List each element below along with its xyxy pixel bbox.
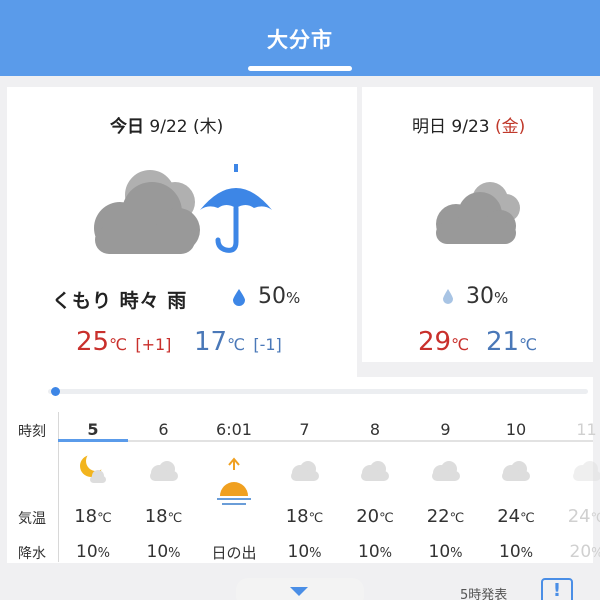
hour-rain: 10%	[358, 542, 392, 562]
raindrop-icon	[443, 289, 453, 304]
tomorrow-high-unit: ℃	[451, 335, 470, 354]
tomorrow-label: 明日	[412, 117, 446, 137]
hour-temp: 18℃	[285, 506, 324, 527]
alert-button[interactable]: !	[541, 578, 573, 600]
hour-rain: 20%	[569, 542, 600, 562]
tomorrow-low-value: 21	[486, 327, 520, 357]
cloud-icon	[429, 459, 463, 487]
issued-time: 5時発表	[460, 588, 508, 600]
hour-temp: 18℃	[144, 506, 183, 527]
hour-temp: 22℃	[426, 506, 465, 527]
hour-temp: 18℃	[74, 506, 112, 527]
rain-row-label: 降水	[18, 546, 46, 562]
tomorrow-weekday: (金)	[495, 117, 526, 137]
hourly-scroll-track[interactable]	[48, 389, 588, 394]
city-tab-indicator	[248, 66, 352, 71]
hour-row-divider	[58, 440, 593, 442]
today-weather-text: くもり 時々 雨	[52, 290, 188, 312]
cloud-icon	[570, 459, 600, 487]
hour-label: 9	[440, 420, 451, 439]
today-high-diff: [+1]	[135, 335, 172, 354]
raindrop-icon	[233, 289, 245, 306]
hour-label: 7	[299, 420, 310, 439]
cloud-rain-icon	[94, 164, 272, 254]
today-low: 17℃ [-1]	[194, 327, 282, 357]
cloud-icon	[436, 182, 520, 244]
hour-rain: 10%	[146, 542, 181, 562]
today-weekday: (木)	[193, 117, 224, 137]
temp-row-label: 気温	[18, 511, 46, 527]
hour-label: 10	[505, 420, 527, 439]
cloud-icon	[288, 459, 322, 487]
tomorrow-high: 29℃	[418, 327, 469, 357]
tomorrow-low: 21℃	[486, 327, 537, 357]
tomorrow-date: 明日 9/23 (金)	[412, 112, 525, 137]
tomorrow-high-value: 29	[418, 327, 452, 357]
hour-temp: 20℃	[356, 506, 394, 527]
hourly-scroll-thumb[interactable]	[51, 387, 60, 396]
tomorrow-date-value: 9/23	[451, 117, 490, 137]
tomorrow-pop-unit: %	[494, 289, 509, 307]
today-pop-value: 50	[258, 284, 286, 309]
sunrise-label: 日の出	[211, 544, 257, 562]
today-date: 今日 9/22 (木)	[110, 112, 223, 137]
city-tab[interactable]: 大分市	[0, 24, 600, 54]
cloud-icon	[499, 459, 533, 487]
tomorrow-low-unit: ℃	[519, 335, 538, 354]
today-high: 25℃ [+1]	[76, 327, 171, 357]
hour-label: 8	[369, 420, 381, 439]
hour-label: 6:01	[216, 420, 252, 439]
hour-rain: 10%	[499, 542, 533, 562]
today-pop: 50%	[258, 284, 300, 309]
current-hour-indicator	[58, 439, 128, 442]
today-low-unit: ℃	[227, 335, 246, 354]
time-row-label: 時刻	[18, 424, 46, 440]
sunrise-icon	[214, 456, 254, 516]
hour-temp: 24℃	[497, 506, 535, 527]
today-pop-unit: %	[286, 289, 301, 307]
chevron-down-icon	[290, 587, 308, 596]
today-high-unit: ℃	[109, 335, 128, 354]
hour-label: 11	[576, 420, 597, 439]
today-high-value: 25	[76, 327, 110, 357]
cloud-icon	[358, 459, 392, 487]
hour-rain: 10%	[428, 542, 463, 562]
hour-temp: 24℃	[567, 506, 600, 527]
hour-rain: 10%	[287, 542, 322, 562]
tomorrow-pop-value: 30	[466, 284, 494, 309]
hour-rain: 10%	[76, 542, 110, 562]
moon-cloud-icon	[76, 451, 110, 490]
hour-label: 5	[87, 420, 99, 439]
cloud-icon	[147, 459, 181, 487]
today-low-diff: [-1]	[253, 335, 282, 354]
today-label: 今日	[110, 117, 144, 137]
tomorrow-pop: 30%	[466, 284, 508, 309]
today-date-value: 9/22	[149, 117, 188, 137]
hour-label: 6	[158, 420, 169, 439]
today-low-value: 17	[194, 327, 228, 357]
